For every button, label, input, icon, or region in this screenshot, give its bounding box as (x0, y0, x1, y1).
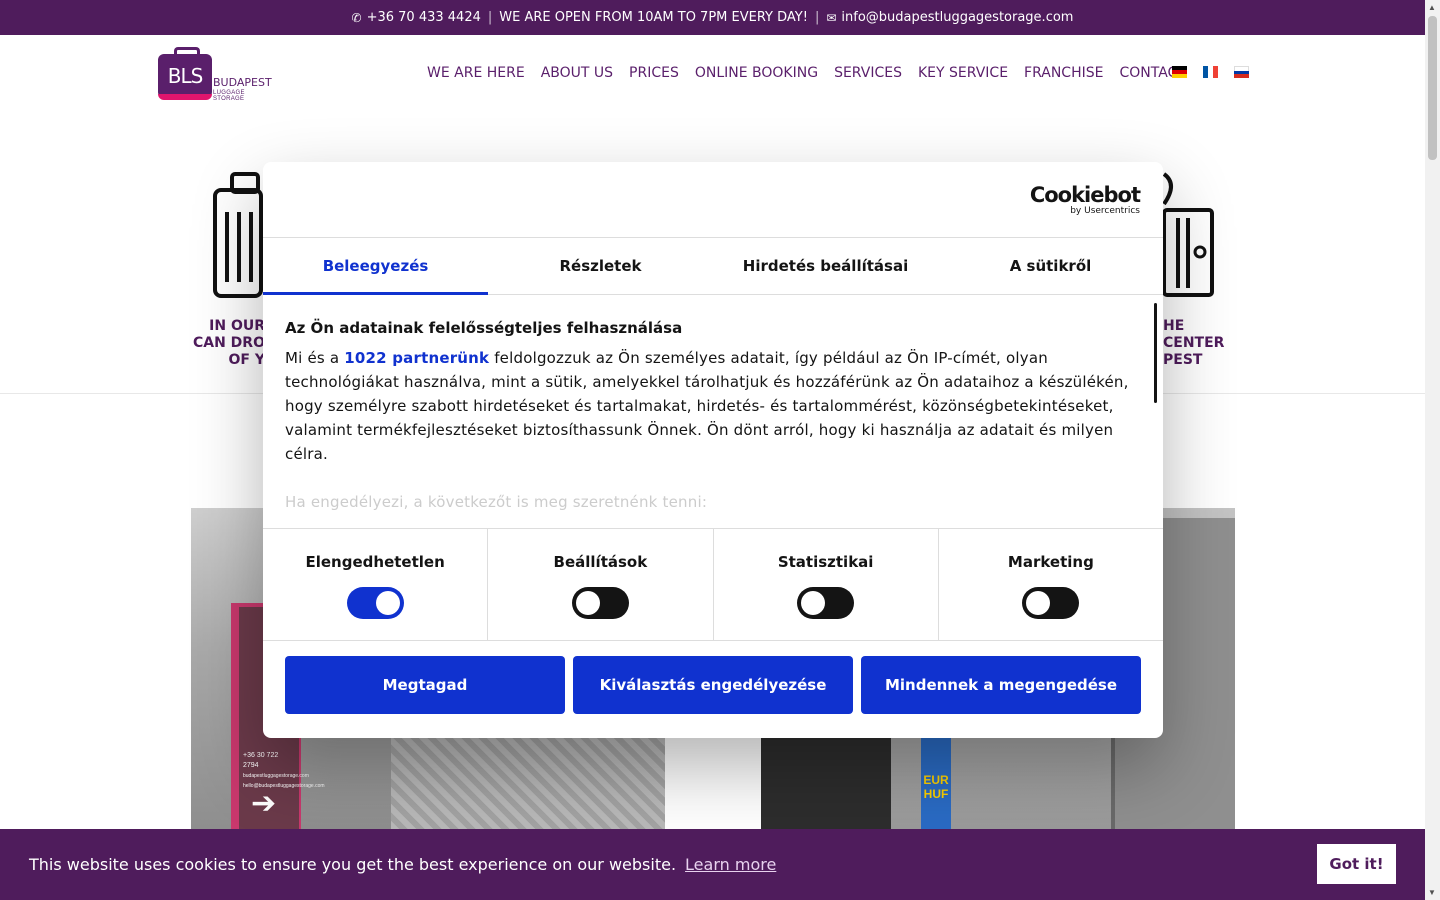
toggle-marketing-group: Marketing (939, 529, 1163, 640)
learn-more-link[interactable]: Learn more (685, 855, 776, 874)
toggle-knob (1026, 591, 1051, 615)
cookie-consent-dialog: Cookiebot by Usercentrics Beleegyezés Ré… (263, 162, 1163, 738)
toggle-marketing[interactable] (1022, 587, 1080, 619)
got-it-button[interactable]: Got it! (1317, 844, 1396, 884)
nav-item-prices[interactable]: PRICES (629, 65, 679, 81)
sign-site: budapestluggagestorage.com (243, 773, 309, 779)
logo-letters: BLS (167, 64, 204, 88)
toggle-knob (375, 591, 400, 615)
dialog-body[interactable]: Az Ön adatainak felelősségteljes felhasz… (263, 295, 1163, 528)
feature-text-left: IN OUR CAN DRO OF Y (192, 318, 265, 368)
tab-ad-settings[interactable]: Hirdetés beállításai (713, 238, 938, 294)
allow-selection-button[interactable]: Kiválasztás engedélyezése (573, 656, 853, 714)
dialog-header: Cookiebot by Usercentrics (263, 162, 1163, 238)
stairs-area (391, 738, 665, 829)
russian-flag[interactable] (1234, 66, 1249, 79)
nav-item-services[interactable]: SERVICES (834, 65, 902, 81)
dialog-text-prefix: Mi és a (285, 349, 340, 367)
scrollbar-thumb[interactable] (1428, 16, 1437, 160)
logo-bag-icon: BLS (158, 47, 212, 100)
locker-icon (1162, 172, 1214, 297)
allow-all-button[interactable]: Mindennek a megengedése (861, 656, 1141, 714)
toggle-necessary-group: Elengedhetetlen (263, 529, 489, 640)
french-flag[interactable] (1203, 66, 1218, 78)
dialog-tabs: Beleegyezés Részletek Hirdetés beállítás… (263, 238, 1163, 295)
scroll-down-icon[interactable]: ▼ (1428, 888, 1436, 897)
topbar-hours: WE ARE OPEN FROM 10AM TO 7PM EVERY DAY! (499, 10, 808, 25)
toggle-knob (801, 591, 826, 615)
nav-item-about-us[interactable]: ABOUT US (541, 65, 613, 81)
dialog-text: Mi és a 1022 partnerünk feldolgozzuk az … (285, 346, 1141, 466)
site-header: BLS BUDAPEST LUGGAGE STORAGE WE ARE HERE… (0, 35, 1425, 115)
exchange-sign: EUR HUF (921, 733, 951, 829)
deny-button[interactable]: Megtagad (285, 656, 565, 714)
cookie-banner-message: This website uses cookies to ensure you … (29, 855, 677, 874)
partners-link[interactable]: 1022 partnerünk (344, 349, 489, 367)
cookiebot-logo[interactable]: Cookiebot by Usercentrics (1029, 183, 1141, 216)
consent-toggles: Elengedhetetlen Beállítások Statisztikai… (263, 528, 1163, 641)
toggle-statistics-group: Statisztikai (714, 529, 939, 640)
feature-text-right: HE CENTER PEST (1163, 318, 1225, 368)
toggle-statistics[interactable] (797, 587, 855, 619)
toggle-preferences-group: Beállítások (488, 529, 714, 640)
dialog-heading: Az Ön adatainak felelősségteljes felhasz… (285, 319, 683, 337)
toggle-necessary[interactable] (346, 587, 404, 619)
topbar-phone[interactable]: +36 70 433 4424 (367, 10, 481, 25)
cookie-banner: This website uses cookies to ensure you … (0, 829, 1425, 900)
topbar-email[interactable]: info@budapestluggagestorage.com (841, 10, 1073, 25)
page-scrollbar[interactable]: ▲ ▼ (1425, 0, 1440, 900)
tab-consent[interactable]: Beleegyezés (263, 238, 488, 295)
topbar-separator: | (814, 10, 820, 25)
dialog-scrollbar[interactable] (1154, 303, 1157, 403)
dialog-text-more: Ha engedélyezi, a következőt is meg szer… (285, 493, 708, 511)
toggle-label: Beállítások (553, 553, 648, 571)
topbar-separator: | (487, 10, 493, 25)
logo-subtitle: LUGGAGE STORAGE (213, 90, 245, 102)
logo-name: BUDAPEST (213, 76, 272, 89)
arrow-right-icon: ➔ (251, 787, 277, 820)
cookiebot-brand-sub: by Usercentrics (1070, 206, 1140, 216)
sign-phone: +36 30 722 2794 (243, 752, 279, 769)
phone-icon: ✆ (351, 10, 362, 25)
suitcase-icon (213, 172, 263, 298)
top-contact-bar: ✆ +36 70 433 4424 | WE ARE OPEN FROM 10A… (0, 0, 1425, 35)
tab-details[interactable]: Részletek (488, 238, 713, 294)
envelope-icon: ✉ (826, 10, 837, 25)
nav-item-franchise[interactable]: FRANCHISE (1024, 65, 1103, 81)
german-flag[interactable] (1172, 66, 1187, 78)
cookiebot-brand: Cookiebot (1029, 183, 1141, 207)
tab-about-cookies[interactable]: A sütikről (938, 238, 1163, 294)
main-nav: WE ARE HERE ABOUT US PRICES ONLINE BOOKI… (427, 65, 1186, 81)
nav-item-key-service[interactable]: KEY SERVICE (918, 65, 1008, 81)
toggle-knob (575, 591, 600, 615)
toggle-label: Elengedhetetlen (305, 553, 445, 571)
scroll-up-icon[interactable]: ▲ (1428, 3, 1436, 12)
site-logo[interactable]: BLS BUDAPEST LUGGAGE STORAGE (158, 47, 278, 102)
nav-item-we-are-here[interactable]: WE ARE HERE (427, 65, 525, 81)
nav-item-online-booking[interactable]: ONLINE BOOKING (695, 65, 818, 81)
dialog-buttons: Megtagad Kiválasztás engedélyezése Minde… (263, 641, 1163, 714)
toggle-preferences[interactable] (571, 587, 629, 619)
language-switcher (1172, 66, 1249, 79)
toggle-label: Marketing (1007, 553, 1094, 571)
toggle-label: Statisztikai (777, 553, 874, 571)
